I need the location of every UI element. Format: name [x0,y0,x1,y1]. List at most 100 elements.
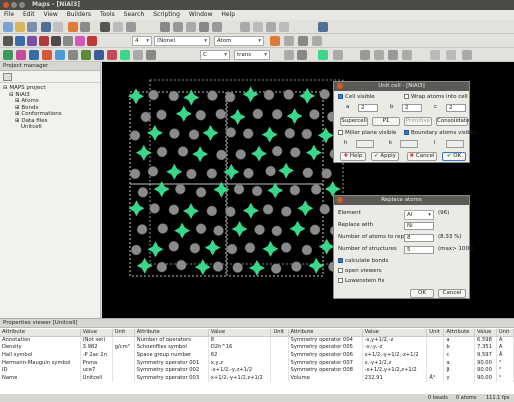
replace-with-input[interactable]: Ni [404,222,434,230]
al-atom[interactable] [136,257,153,274]
bond-type-combo[interactable]: trans [234,50,270,60]
nanotube-icon[interactable] [120,50,130,60]
al-atom[interactable] [229,108,246,125]
ni-atom[interactable] [310,184,322,195]
amorphous-icon[interactable] [68,50,78,60]
open-viewers-checkbox[interactable]: open viewers [338,268,382,275]
al-atom[interactable] [153,181,170,198]
a-spinbox[interactable]: 2 [358,104,378,112]
ni-atom[interactable] [137,187,149,198]
menu-window[interactable]: Window [189,11,213,18]
copy-icon[interactable] [113,22,123,32]
menu-search[interactable]: Search [124,11,145,18]
hydrogen-icon[interactable] [284,50,294,60]
ni-atom[interactable] [156,146,168,158]
al-atom[interactable] [192,146,209,163]
crystal-icon[interactable] [29,50,39,60]
ni-atom[interactable] [148,89,159,101]
analysis-icon[interactable] [446,50,456,60]
sheet-icon[interactable] [360,50,370,60]
box-icon[interactable] [312,36,322,46]
property-row[interactable]: Hall symbol -P 2ac 2n Space group number 62… [0,351,514,359]
ni-atom[interactable] [290,147,301,158]
al-atom[interactable] [231,221,248,237]
ni-atom[interactable] [206,168,218,179]
ni-atom[interactable] [147,166,159,177]
rotate-icon[interactable] [160,22,170,32]
al-atom[interactable] [308,257,325,274]
ni-atom[interactable] [302,167,314,179]
al-atom[interactable] [146,124,163,141]
fit-icon[interactable] [199,22,209,32]
ni-atom[interactable] [207,90,218,101]
p1-button[interactable]: P1 [372,117,400,126]
num-replace-input[interactable]: 8 [404,234,434,242]
num-structures-input[interactable]: 5 [404,246,434,254]
ni-atom[interactable] [265,165,276,177]
lasso-icon[interactable] [15,36,25,46]
menu-tools[interactable]: Tools [100,11,115,18]
ni-atom[interactable] [213,225,224,236]
color-icon[interactable] [270,36,280,46]
mode-combo[interactable]: Atom [214,36,264,46]
select-icon[interactable] [240,22,250,32]
ni-atom[interactable] [283,89,294,100]
al-atom[interactable] [166,163,183,180]
ni-atom[interactable] [157,223,169,234]
cut-icon[interactable] [100,22,110,32]
cancel-button[interactable]: ✖ Cancel [407,152,437,161]
lowenstein-checkbox[interactable]: Lowenstein fix [338,278,385,285]
num-combo[interactable]: 4 [132,36,152,46]
atom-add-icon[interactable] [27,36,37,46]
function-icon[interactable] [430,50,440,60]
menu-view[interactable]: View [44,11,58,18]
minimize-icon[interactable] [11,2,17,8]
element-combo[interactable]: C [200,50,230,60]
search-icon[interactable] [53,22,63,32]
al-atom[interactable] [248,260,265,276]
boundary-atoms-checkbox[interactable]: Boundary atoms visible [404,130,476,137]
axis-icon[interactable] [298,36,308,46]
property-row[interactable]: Name Unitcell Symmetry operator 003 x+1/2,-… [0,373,514,382]
ni-atom[interactable] [206,205,218,217]
translate-icon[interactable] [173,22,183,32]
ni-atom[interactable] [291,261,302,272]
ni-atom[interactable] [243,167,254,179]
al-atom[interactable] [242,86,259,103]
ni-atom[interactable] [244,242,256,254]
interface-icon[interactable] [81,50,91,60]
menu-builders[interactable]: Builders [67,11,91,18]
al-atom[interactable] [286,108,303,125]
al-atom[interactable] [299,87,316,104]
ni-atom[interactable] [271,225,283,237]
al-atom[interactable] [183,203,199,219]
ni-atom[interactable] [321,168,332,179]
property-row[interactable]: Hermann-Mauguin symbol Pnma Symmetry opera… [0,358,514,367]
column-header[interactable]: Attribute [443,329,476,337]
label-icon[interactable] [266,22,276,32]
consolidate-button[interactable]: Consolidate [436,117,469,126]
al-atom[interactable] [289,220,306,237]
al-atom[interactable] [183,89,200,106]
build-icon[interactable] [3,50,13,60]
al-atom[interactable] [204,239,221,256]
ni-atom[interactable] [188,129,200,140]
cell-visible-checkbox[interactable]: Cell visible [338,94,375,101]
optimize-icon[interactable] [318,50,328,60]
supercell-button[interactable]: Supercell [340,117,368,126]
al-atom[interactable] [278,162,295,179]
ni-atom[interactable] [271,145,283,157]
miller-plane-checkbox[interactable]: Miller plane visible [338,130,396,137]
ni-atom[interactable] [195,187,207,198]
ni-atom[interactable] [319,203,330,215]
layer-icon[interactable] [146,50,156,60]
ni-atom[interactable] [225,127,237,138]
ni-atom[interactable] [168,204,180,215]
solvate-icon[interactable] [94,50,104,60]
property-row[interactable]: Density 3.982 g/cm³ Schoenflies symbol D2h^1… [0,343,514,352]
al-atom[interactable] [128,88,144,105]
ni-atom[interactable] [232,262,243,273]
ni-atom[interactable] [262,204,274,215]
al-atom[interactable] [261,126,278,143]
menu-scripting[interactable]: Scripting [153,11,180,18]
